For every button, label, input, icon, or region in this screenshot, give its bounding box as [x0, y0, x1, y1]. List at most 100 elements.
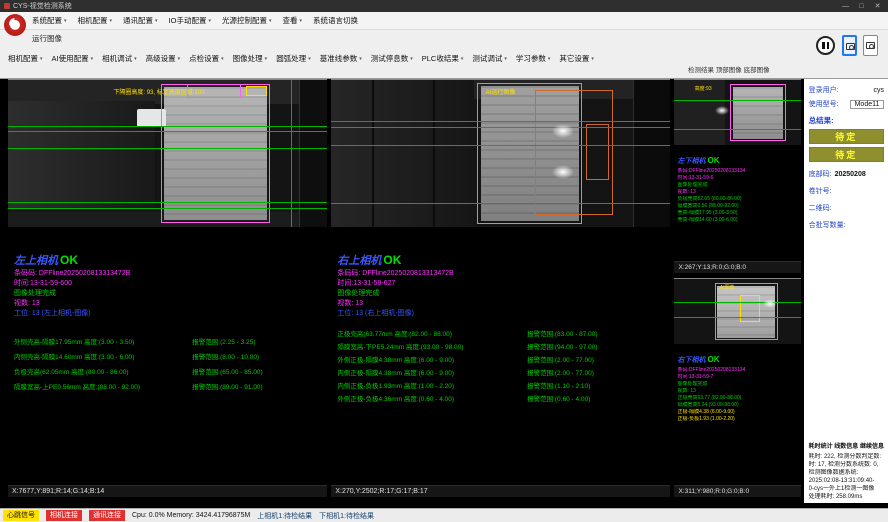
toolbar-ai-config[interactable]: AI使用配置▾ [52, 53, 94, 64]
machinery-shape [372, 80, 374, 227]
overlay-line: 负极壳高62.05 (80.00-86.00) [677, 196, 797, 203]
toolbar-plc-result[interactable]: PLC收结果▾ [422, 53, 464, 64]
app-icon [4, 3, 10, 9]
measure-line [8, 208, 327, 209]
toolbar-label: 测试停息数 [371, 53, 409, 64]
pause-button[interactable] [816, 36, 835, 55]
measurement-list: 外侧壳高-隔膜17.95mm 高度:(3.00 - 3.50)报警范围:(2.2… [14, 335, 321, 395]
close-icon[interactable]: ✕ [871, 2, 884, 10]
overlay-line: 视数: 13 [677, 189, 797, 196]
roi-outline-orange [586, 124, 610, 180]
image-overlay-label: AI图像 [720, 284, 735, 291]
menu-view[interactable]: 查看▾ [283, 15, 303, 26]
menu-language-switch[interactable]: 系统语言切换 [313, 15, 358, 26]
overlay-line: 正极壳高63.77 (82.00-88.00) [677, 395, 797, 402]
small-camera-column: 高度:93 左下相机OK 条码:DFFline20250208133134 时间… [674, 79, 800, 497]
alarm-range: 报警范围:(89.00 - 91.00) [192, 380, 321, 395]
measurement-value: 内侧正极-隔膜4.38mm 高度:(6.00 - 9.00) [337, 367, 527, 380]
login-user-value: cys [873, 87, 884, 94]
camera-view-right-lower[interactable]: AI图像 [674, 278, 800, 344]
chevron-down-icon: ▾ [308, 56, 311, 62]
menu-label: IO手动配置 [169, 15, 207, 26]
camera-title: 左上相机 [14, 255, 58, 267]
menu-label: 相机配置 [78, 15, 108, 26]
menu-comm-config[interactable]: 通讯配置▾ [123, 15, 158, 26]
chevron-down-icon: ▾ [110, 18, 113, 24]
toolbar: 相机配置▾ AI使用配置▾ 相机调试▾ 高级设置▾ 点检设置▾ 图像处理▾ 圆弧… [8, 53, 594, 64]
toolbar-test-debug[interactable]: 测试调试▾ [472, 53, 507, 64]
chevron-down-icon: ▾ [91, 56, 94, 62]
camera-view-button-2[interactable] [863, 35, 878, 56]
alarm-range: 报警范围:(94.00 - 97.00) [527, 341, 664, 354]
overlay-line: 视数: 13 [677, 388, 797, 395]
tab-run-image[interactable]: 运行图像 [32, 33, 62, 44]
machinery-shape [433, 80, 435, 227]
measure-line [331, 145, 670, 146]
toolbar-image-process[interactable]: 图像处理▾ [233, 53, 268, 64]
measurement-value: 隔膜宽高-下PE5.24mm 高度:(93.00 - 98.00) [337, 341, 527, 354]
field-label: 二维码: [809, 203, 832, 213]
result-box-1: 待定 [809, 129, 884, 144]
measurement-value: 外侧正极-负极4.36mm 高度:(0.60 - 4.00) [337, 393, 527, 406]
toolbar-other-settings[interactable]: 其它设置▾ [559, 53, 594, 64]
statusbar: 心跳信号 相机连接 通讯连接 Cpu: 0.0% Memory: 3424.41… [0, 508, 888, 522]
overlay-line: 隔膜宽高5.24 (93.00-98.00) [677, 402, 797, 409]
qrcode-field: 二维码: [809, 203, 884, 213]
toolbar-baseline-params[interactable]: 基准线参数▾ [320, 53, 362, 64]
toolbar-learn-params[interactable]: 学习参数▾ [516, 53, 551, 64]
toolbar-label: 高级设置 [146, 53, 176, 64]
chevron-down-icon: ▾ [300, 18, 303, 24]
chevron-down-icon: ▾ [410, 56, 413, 62]
roi-outline [730, 84, 786, 141]
camera-view-left-upper[interactable]: 下隔圈高度: 93, 标定高度区域:100 [8, 79, 327, 227]
barcode-line: 条码码: DFFline2025020813313472B [14, 269, 321, 279]
overlay-line: 条码:DFFline20250208133134 [677, 168, 797, 175]
menu-camera-config[interactable]: 相机配置▾ [78, 15, 113, 26]
statistics-tabs[interactable]: 耗时统计 线数信息 继续信息 [809, 443, 884, 451]
minimize-icon[interactable]: — [839, 3, 852, 10]
alarm-range: 报警范围:(65.00 - 85.00) [192, 365, 321, 380]
overlay-line: 图像处理完成 [677, 381, 797, 388]
chevron-down-icon: ▾ [40, 56, 43, 62]
camera-view-right-upper[interactable]: AI运行图像 [331, 79, 670, 227]
field-label: 底部码: [809, 169, 832, 179]
toolbar-label: 基准线参数 [320, 53, 358, 64]
measure-line [8, 126, 327, 127]
menu-system-config[interactable]: 系统配置▾ [32, 15, 67, 26]
comm-connection-indicator: 通讯连接 [89, 510, 125, 521]
stat-line: 0-cys一外上1检测一图像 [809, 485, 884, 493]
app-window: CYS-视觉检测系统 — □ ✕ 系统配置▾ 相机配置▾ 通讯配置▾ IO手动配… [0, 0, 888, 522]
result-box-2: 待定 [809, 147, 884, 162]
heartbeat-indicator: 心跳信号 [3, 510, 39, 521]
camera-view-button-1[interactable] [842, 35, 857, 56]
stat-line: 耗时: 222, 检测分数判定数: [809, 453, 884, 461]
overlay-line: 时间:13-31-59-7 [677, 374, 797, 381]
toolbar-spot-check[interactable]: 点检设置▾ [189, 53, 224, 64]
chevron-down-icon: ▾ [591, 56, 594, 62]
toolbar-camera-config[interactable]: 相机配置▾ [8, 53, 43, 64]
window-title: CYS-视觉检测系统 [13, 1, 836, 11]
camera-title: 左下相机 [677, 158, 705, 165]
needle-number-field: 卷针号: [809, 186, 884, 196]
alarm-range: 报警范围:(2.25 - 3.25) [192, 335, 321, 350]
menu-light-config[interactable]: 光源控制配置▾ [222, 15, 272, 26]
machinery-shape [299, 80, 328, 227]
maximize-icon[interactable]: □ [855, 3, 868, 10]
toolbar-test-params[interactable]: 测试停息数▾ [371, 53, 413, 64]
model-select[interactable]: Mode11 [850, 100, 884, 109]
image-overlay-label: 下隔圈高度: 93, 标定高度区域:100 [113, 87, 204, 96]
toolbar-camera-debug[interactable]: 相机调试▾ [102, 53, 137, 64]
camera-view-left-lower[interactable]: 高度:93 [674, 79, 800, 145]
view-switch-links[interactable]: 检测结果 顶部图像 底部图像 [688, 64, 770, 74]
toolbar-arc-process[interactable]: 圆弧处理▾ [276, 53, 311, 64]
menu-label: 光源控制配置 [222, 15, 267, 26]
reflection-highlight [763, 299, 777, 308]
toolbar-label: 相机调试 [102, 53, 132, 64]
chevron-down-icon: ▾ [359, 56, 362, 62]
info-sidebar: 登录用户: cys 使用型号: Mode11 总结果: 待定 待定 底部码: 2… [804, 79, 888, 503]
measurement-row: 隔膜宽高-上PE0.56mm 高度:(88.00 - 92.00)报警范围:(8… [14, 380, 321, 395]
camera-title: 右上相机 [337, 255, 381, 267]
menu-io-config[interactable]: IO手动配置▾ [169, 15, 211, 26]
toolbar-advanced-settings[interactable]: 高级设置▾ [146, 53, 181, 64]
measure-line [331, 127, 670, 128]
